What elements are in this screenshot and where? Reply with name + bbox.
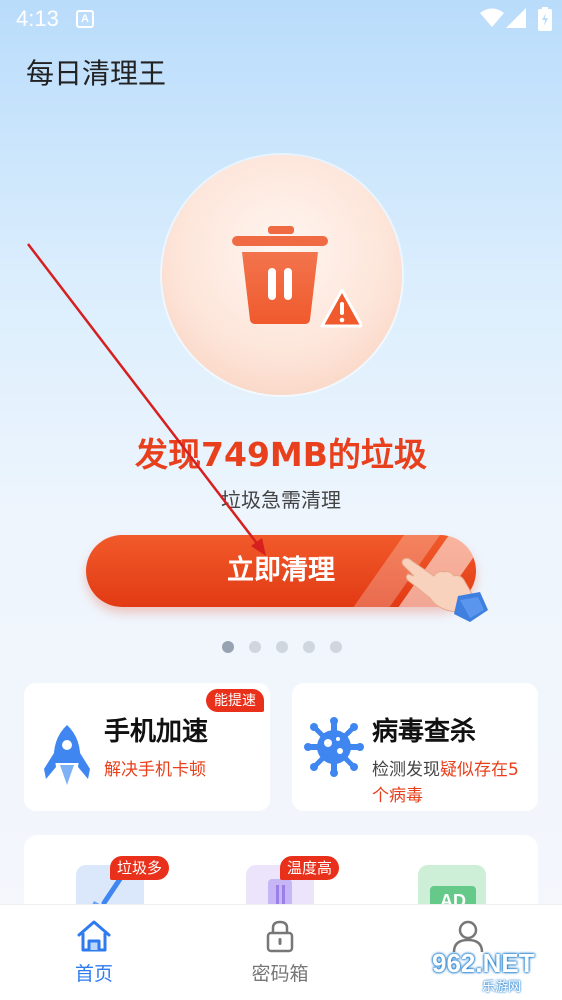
carousel-dot[interactable] bbox=[222, 641, 234, 653]
trash-warning-icon bbox=[232, 226, 362, 328]
carousel-dot[interactable] bbox=[330, 641, 342, 653]
virus-scan-desc: 检测发现疑似存在5个病毒 bbox=[372, 757, 532, 809]
status-time: 4:13 bbox=[16, 6, 59, 31]
site-watermark: 962.NET 乐游网 bbox=[420, 946, 560, 996]
carousel-dot[interactable] bbox=[303, 641, 315, 653]
speed-up-badge: 能提速 bbox=[206, 689, 264, 712]
junk-badge: 垃圾多 bbox=[110, 856, 170, 880]
status-bar: 4:13 A bbox=[0, 0, 562, 38]
nav-home[interactable]: 首页 bbox=[44, 919, 144, 989]
carousel-indicator bbox=[222, 641, 342, 653]
home-icon bbox=[77, 920, 111, 952]
nav-home-label: 首页 bbox=[74, 963, 113, 985]
rocket-icon bbox=[44, 725, 90, 785]
phone-boost-desc: 解决手机卡顿 bbox=[104, 760, 206, 780]
watermark-main: 962.NET bbox=[432, 948, 535, 978]
junk-subtitle: 垃圾急需清理 bbox=[221, 488, 341, 512]
nav-password-vault[interactable]: 密码箱 bbox=[230, 919, 330, 989]
virus-scan-title: 病毒查杀 bbox=[372, 717, 477, 747]
signal-icon bbox=[506, 8, 526, 28]
watermark-sub: 乐游网 bbox=[482, 980, 522, 995]
wifi-icon bbox=[480, 8, 504, 27]
nav-password-vault-label: 密码箱 bbox=[251, 963, 309, 985]
phone-boost-title: 手机加速 bbox=[104, 717, 209, 747]
app-title: 每日清理王 bbox=[26, 57, 167, 90]
phone-boost-card[interactable]: 能提速 手机加速 解决手机卡顿 bbox=[24, 683, 270, 811]
pointing-hand-icon bbox=[401, 557, 488, 622]
virus-scan-card[interactable]: 病毒查杀 检测发现疑似存在5个病毒 bbox=[292, 683, 538, 811]
virus-scan-desc-prefix: 检测发现 bbox=[372, 760, 440, 780]
carousel-dot[interactable] bbox=[249, 641, 261, 653]
battery-icon bbox=[538, 7, 552, 31]
lock-icon bbox=[266, 920, 294, 953]
junk-size-headline: 发现749MB的垃圾 bbox=[135, 435, 427, 474]
temperature-badge: 温度高 bbox=[280, 856, 340, 880]
carousel-dot[interactable] bbox=[276, 641, 288, 653]
notification-icon: A bbox=[76, 10, 94, 28]
virus-icon bbox=[304, 717, 364, 777]
